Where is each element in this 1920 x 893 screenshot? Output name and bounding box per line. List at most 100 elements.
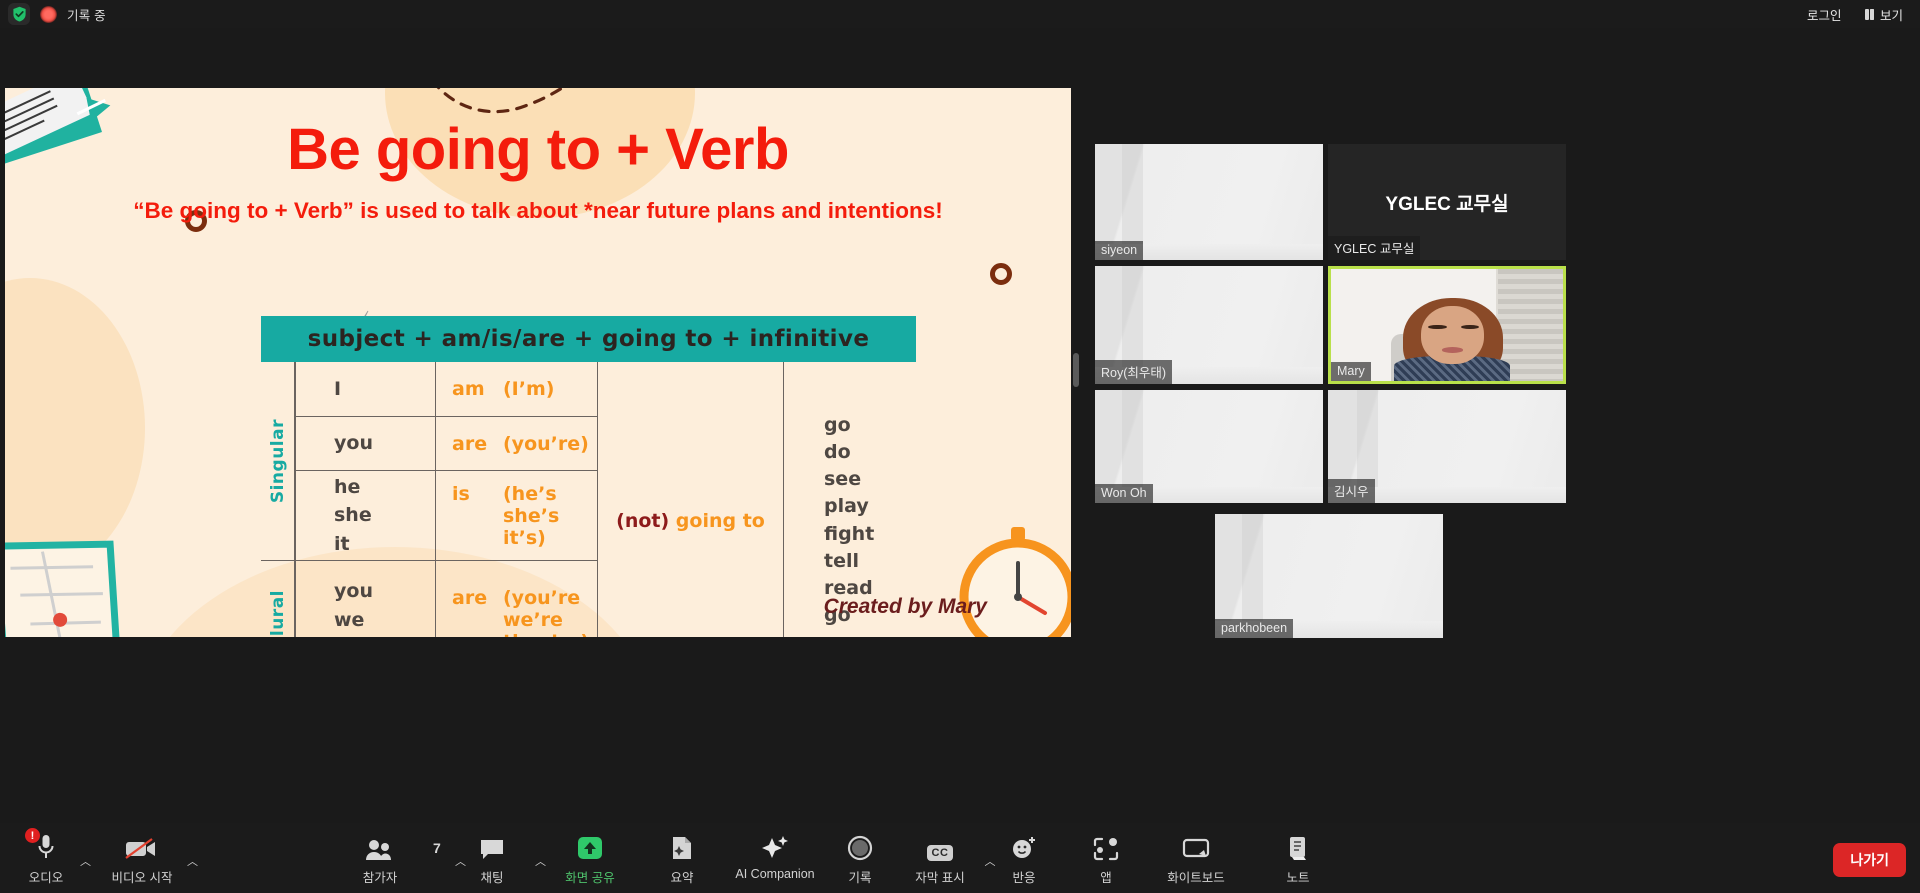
participant-gallery: siyeon YGLEC 교무실 YGLEC 교무실 Roy(최우태) Mary — [1090, 116, 1570, 656]
leave-meeting-button[interactable]: 나가기 — [1833, 843, 1906, 877]
subject-cell: you — [334, 432, 373, 455]
be-row: am (I’m) — [436, 362, 597, 417]
view-label: 보기 — [1879, 8, 1903, 23]
record-circle-icon — [847, 831, 873, 861]
clock-decor-icon — [959, 527, 1071, 637]
column-be-verbs: am (I’m) are (you’re) is (he’s she’s it’s) … — [435, 362, 597, 637]
toolbar-label: 비디오 시작 — [111, 871, 173, 885]
toolbar-label: AI Companion — [735, 867, 815, 881]
toolbar-chat-button[interactable]: ︿ 채팅 — [446, 831, 546, 886]
label-plural: Plural — [261, 561, 295, 637]
toolbar-record-button[interactable]: 기록 — [814, 831, 906, 886]
slide-credit: Created by Mary — [823, 595, 987, 618]
be-row: are (you’re) — [436, 417, 597, 471]
participant-name: 김시우 — [1328, 479, 1375, 503]
column-subjects: I you he she it you we they — [295, 362, 435, 637]
toolbar-ai-companion-button[interactable]: AI Companion — [722, 831, 828, 881]
participant-name: parkhobeen — [1215, 619, 1294, 638]
be-row: are (you’re we’re they’re) — [436, 561, 597, 637]
toolbar-participants-button[interactable]: 7 ︿ 참가자 — [334, 831, 466, 886]
map-decor-icon — [5, 540, 121, 637]
chat-bubble-icon: ︿ — [479, 831, 546, 868]
shield-check-icon — [8, 3, 30, 25]
contraction: (you’re) — [503, 432, 589, 455]
be-row: is (he’s she’s it’s) — [436, 471, 597, 561]
table-row: you — [295, 417, 435, 471]
participant-tile-siyeon[interactable]: siyeon — [1095, 144, 1323, 260]
participant-name: siyeon — [1095, 241, 1144, 260]
label-singular: Singular — [261, 362, 295, 561]
shared-screen-slide[interactable]: Be going to + Verb “Be going to + Verb” … — [5, 88, 1071, 637]
participant-tile-roy[interactable]: Roy(최우태) — [1095, 266, 1323, 384]
toolbar-label: 채팅 — [480, 871, 504, 885]
participant-tile-kimsiwoo[interactable]: 김시우 — [1328, 390, 1566, 503]
toolbar-audio-button[interactable]: ! ︿ 오디오 — [0, 828, 92, 886]
participant-tile-mary[interactable]: Mary — [1328, 266, 1566, 384]
recording-label: 기록 중 — [67, 8, 106, 23]
participant-name: Roy(최우태) — [1095, 360, 1173, 384]
login-button[interactable]: 로그인 — [1798, 1, 1851, 28]
reactions-smiley-icon — [1011, 831, 1037, 861]
participant-tile-parkhobeen[interactable]: parkhobeen — [1215, 514, 1443, 638]
toolbar-label: 오디오 — [28, 871, 64, 885]
infinitive-item: see — [824, 468, 862, 491]
toolbar-notes-button[interactable]: 노트 — [1252, 831, 1344, 886]
share-screen-icon — [576, 831, 604, 861]
participant-name: Mary — [1331, 362, 1371, 381]
toolbar-reactions-button[interactable]: 반응 — [978, 831, 1070, 886]
toolbar-video-button[interactable]: ︿ 비디오 시작 — [96, 831, 198, 886]
toolbar-summary-button[interactable]: 요약 — [636, 831, 728, 886]
toolbar-label: 노트 — [1286, 871, 1310, 885]
toolbar-share-screen-button[interactable]: 화면 공유 — [544, 831, 636, 886]
subject-cell: you we they — [334, 580, 373, 631]
video-off-icon: ︿ — [125, 831, 198, 868]
grammar-table: subject + am/is/are + going to + infinit… — [261, 316, 916, 637]
meeting-toolbar: ! ︿ 오디오 ︿ 비디오 시작 7 ︿ 참가자 ︿ 채팅 화면 공유 요약 A… — [0, 823, 1920, 893]
slide-title: Be going to + Verb — [287, 117, 789, 182]
table-row: I — [295, 362, 435, 417]
participant-tile-won-oh[interactable]: Won Oh — [1095, 390, 1323, 503]
summary-doc-icon — [670, 831, 694, 861]
table-row: you we they — [295, 561, 435, 637]
toolbar-label: 요약 — [670, 871, 694, 885]
subject-cell: he she it — [334, 475, 372, 555]
ai-sparkle-icon — [760, 831, 790, 861]
closed-caption-icon: CC ︿ — [926, 831, 996, 868]
recording-dot-icon — [40, 5, 57, 23]
toolbar-label: 반응 — [1012, 871, 1036, 885]
top-bar-right: 로그인 보기 — [1798, 1, 1920, 28]
infinitive-item: fight — [824, 522, 875, 545]
participants-icon: 7 ︿ — [365, 831, 466, 868]
chevron-up-icon[interactable]: ︿ — [187, 853, 198, 869]
chevron-up-icon[interactable]: ︿ — [80, 853, 91, 869]
contraction: (I’m) — [503, 378, 555, 400]
going-to-text: going to — [675, 509, 765, 532]
be-verb: am — [452, 378, 485, 400]
view-button[interactable]: 보기 — [1856, 1, 1912, 28]
toolbar-label: 자막 표시 — [915, 871, 965, 885]
contraction: (you’re we’re they’re) — [503, 587, 589, 637]
notes-icon — [1286, 831, 1310, 861]
be-verb: are — [452, 587, 488, 609]
participant-tile-yglec[interactable]: YGLEC 교무실 YGLEC 교무실 — [1328, 144, 1566, 260]
contraction: (he’s she’s it’s) — [503, 482, 560, 549]
table-row: he she it — [295, 471, 435, 561]
participant-name: YGLEC 교무실 — [1328, 236, 1421, 260]
grammar-table-body: Singular Plural I you he she it you we a… — [261, 362, 916, 637]
slide-subtitle: “Be going to + Verb” is used to talk abo… — [133, 198, 943, 223]
panel-resize-handle[interactable] — [1073, 353, 1079, 387]
apps-icon — [1093, 831, 1119, 861]
infinitive-item: tell — [824, 549, 859, 572]
grammar-formula-header: subject + am/is/are + going to + infinit… — [261, 316, 916, 362]
column-not-going-to: (not) going to — [597, 362, 783, 637]
toolbar-label: 앱 — [1100, 871, 1112, 885]
toolbar-captions-button[interactable]: CC ︿ 자막 표시 — [894, 831, 996, 886]
subject-cell: I — [334, 377, 342, 400]
microphone-muted-icon: ! ︿ — [25, 828, 91, 868]
participant-name: Won Oh — [1095, 484, 1153, 503]
infinitive-item: do — [824, 441, 851, 464]
login-label: 로그인 — [1806, 8, 1842, 23]
decor-ring-right — [990, 263, 1012, 285]
toolbar-apps-button[interactable]: 앱 — [1060, 831, 1152, 886]
toolbar-whiteboard-button[interactable]: 화이트보드 — [1150, 831, 1242, 886]
